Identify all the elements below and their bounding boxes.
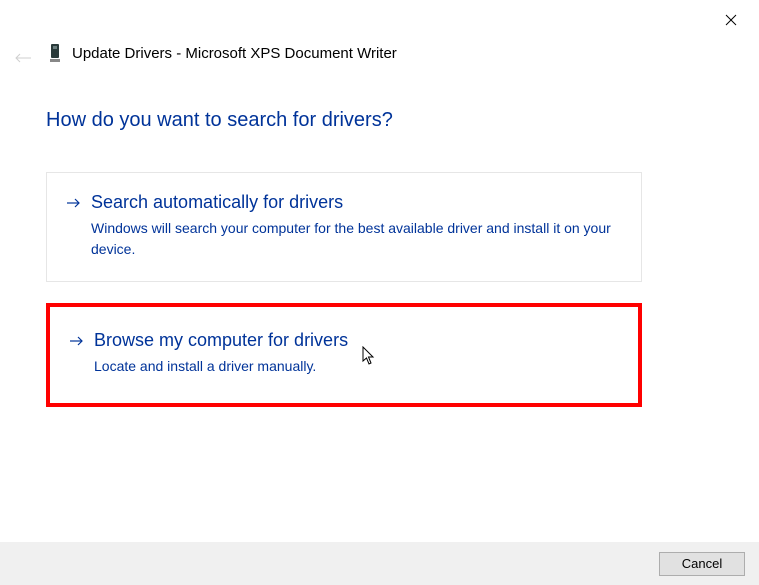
close-icon bbox=[725, 14, 737, 26]
device-icon bbox=[48, 42, 62, 64]
option-title: Browse my computer for drivers bbox=[94, 329, 618, 352]
back-button[interactable] bbox=[12, 47, 34, 69]
option-description: Windows will search your computer for th… bbox=[91, 218, 621, 259]
footer: Cancel bbox=[0, 541, 759, 585]
arrow-right-icon bbox=[67, 194, 81, 212]
arrow-left-icon bbox=[14, 52, 32, 64]
header: Update Drivers - Microsoft XPS Document … bbox=[48, 42, 397, 64]
window-title: Update Drivers - Microsoft XPS Document … bbox=[72, 45, 397, 62]
option-description: Locate and install a driver manually. bbox=[94, 356, 618, 376]
close-button[interactable] bbox=[721, 10, 741, 30]
option-title: Search automatically for drivers bbox=[91, 191, 621, 214]
arrow-right-icon bbox=[70, 332, 84, 350]
page-heading: How do you want to search for drivers? bbox=[46, 109, 393, 132]
option-browse-computer[interactable]: Browse my computer for drivers Locate an… bbox=[46, 303, 642, 407]
option-search-automatically[interactable]: Search automatically for drivers Windows… bbox=[46, 172, 642, 282]
cancel-button[interactable]: Cancel bbox=[659, 552, 745, 576]
